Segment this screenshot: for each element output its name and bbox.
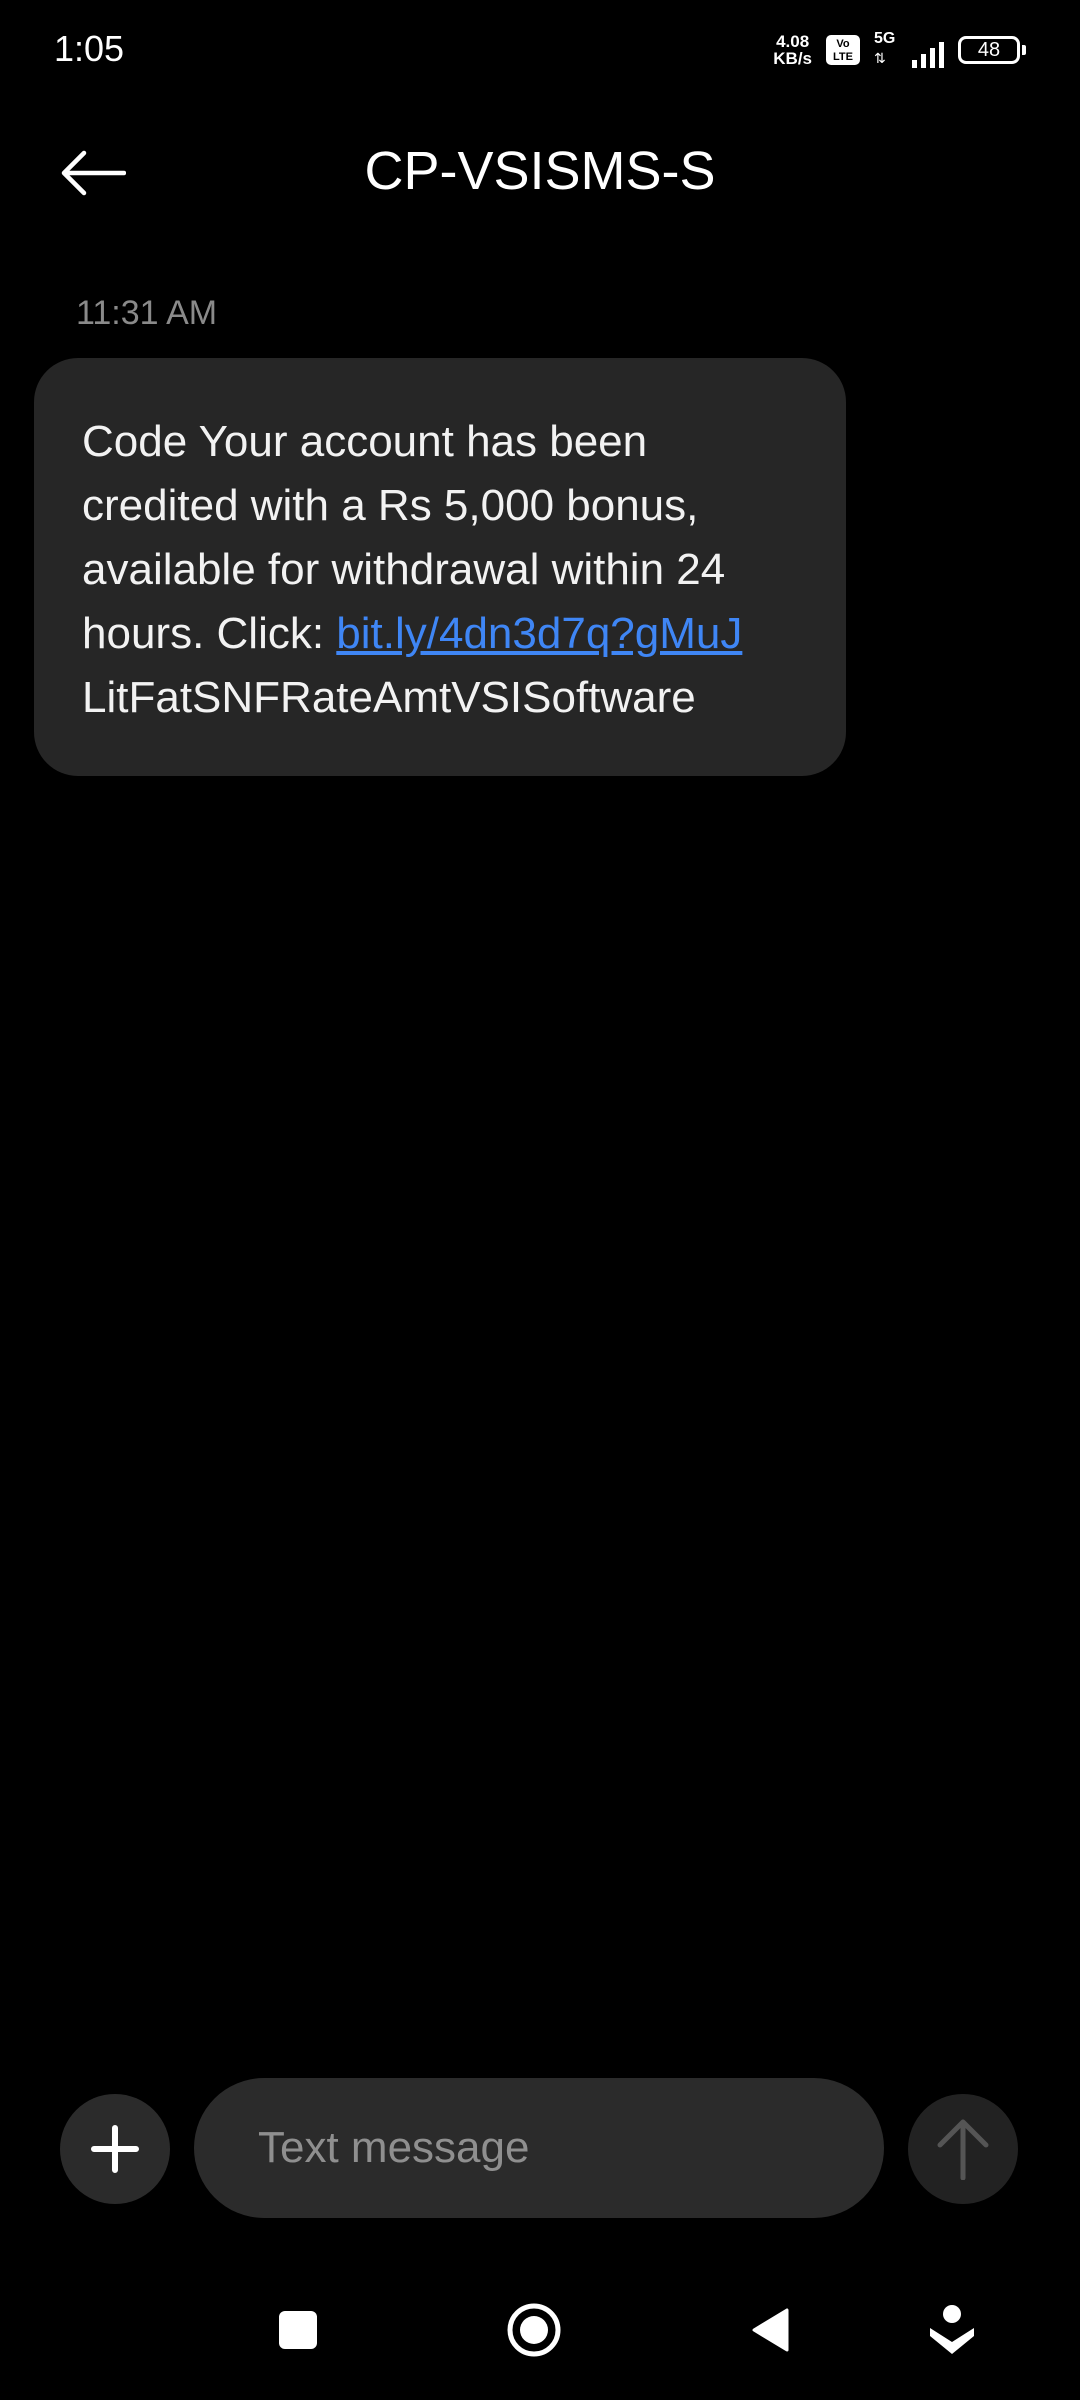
signal-bar bbox=[939, 42, 944, 68]
battery-icon: 48 bbox=[958, 36, 1026, 64]
network-speed: 4.08 KB/s bbox=[773, 33, 812, 67]
signal-bar bbox=[912, 60, 917, 68]
nav-back-button[interactable] bbox=[730, 2290, 810, 2370]
composer bbox=[0, 2078, 1080, 2218]
volte-bottom-text: LTE bbox=[833, 51, 853, 63]
assistant-icon bbox=[930, 2305, 974, 2354]
conversation-header: CP-VSISMS-S bbox=[0, 118, 1080, 228]
recents-button[interactable] bbox=[258, 2290, 338, 2370]
message-timestamp: 11:31 AM bbox=[76, 294, 218, 332]
square-icon bbox=[279, 2311, 317, 2349]
network-speed-value: 4.08 bbox=[776, 32, 810, 51]
arrow-up-icon bbox=[937, 2119, 989, 2180]
network-speed-unit: KB/s bbox=[773, 49, 812, 68]
message-link[interactable]: bit.ly/4dn3d7q?gMuJ bbox=[336, 609, 742, 658]
status-time: 1:05 bbox=[54, 28, 125, 69]
message-bubble[interactable]: Code Your account has been credited with… bbox=[34, 358, 846, 776]
navigation-bar bbox=[0, 2290, 1080, 2370]
message-input-field[interactable] bbox=[194, 2078, 884, 2218]
status-bar: 1:05 4.08 KB/s Vo LTE 5G ⇅ 48 bbox=[0, 0, 1080, 100]
status-icons: 4.08 KB/s Vo LTE 5G ⇅ 48 bbox=[773, 28, 1026, 72]
assistant-button[interactable] bbox=[912, 2290, 992, 2370]
volte-top-text: Vo bbox=[836, 38, 850, 50]
signal-bars bbox=[912, 42, 944, 68]
message-text-tail: LitFatSNFRateAmtVSISoftware bbox=[82, 673, 696, 722]
text-message-input[interactable] bbox=[256, 2122, 884, 2174]
signal-bar bbox=[930, 48, 935, 68]
send-button[interactable] bbox=[908, 2094, 1018, 2204]
circle-icon bbox=[507, 2303, 561, 2357]
home-button[interactable] bbox=[494, 2290, 574, 2370]
battery-level: 48 bbox=[977, 38, 1001, 61]
signal-bar bbox=[921, 54, 926, 68]
signal-icon: 5G ⇅ bbox=[874, 30, 944, 70]
volte-icon: Vo LTE bbox=[826, 35, 860, 65]
network-type: 5G bbox=[874, 30, 896, 47]
plus-icon bbox=[91, 2125, 139, 2173]
attach-button[interactable] bbox=[60, 2094, 170, 2204]
contact-title: CP-VSISMS-S bbox=[364, 141, 716, 201]
triangle-back-icon bbox=[752, 2308, 789, 2352]
data-activity-icon: ⇅ bbox=[874, 50, 886, 66]
